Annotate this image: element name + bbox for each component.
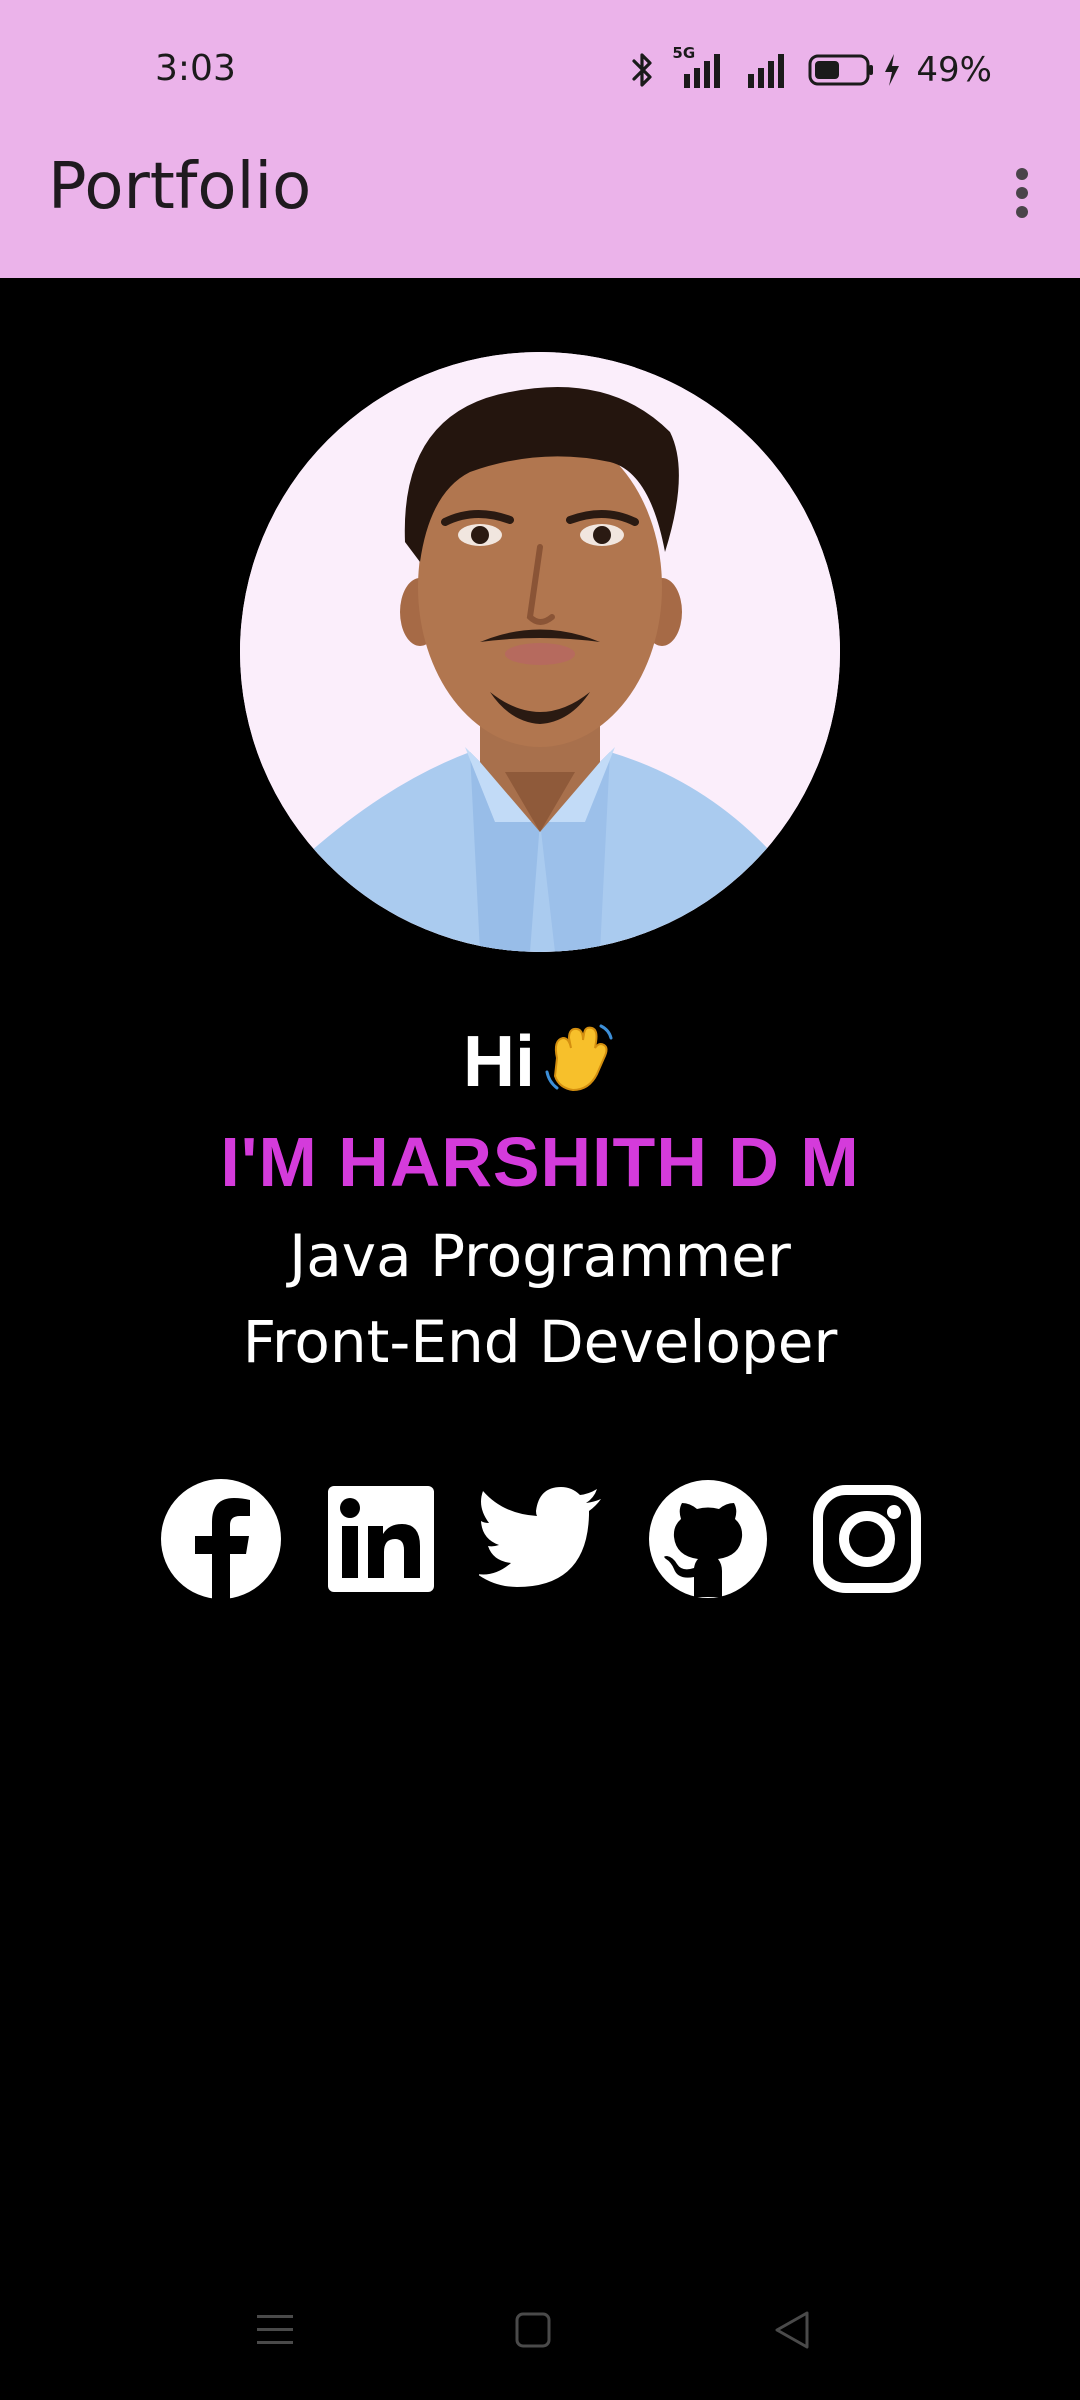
status-icons: 5G 49% [630, 44, 992, 92]
menu-icon [257, 2315, 293, 2344]
facebook-icon [161, 1479, 281, 1600]
nav-home-button[interactable] [503, 2300, 563, 2360]
name-heading: I'M HARSHITH D M [220, 1123, 860, 1201]
portfolio-screen: 3:03 5G 49% Portfolio Hi I'M HARSHITH D … [0, 0, 1080, 2400]
instagram-link[interactable] [804, 1476, 930, 1602]
greeting-text: Hi [463, 1022, 535, 1102]
bluetooth-icon [630, 50, 656, 90]
linkedin-icon [328, 1486, 434, 1592]
profile-avatar [240, 352, 840, 952]
greeting: Hi [0, 1018, 1080, 1113]
role-java-programmer: Java Programmer [289, 1222, 791, 1290]
more-vert-icon [1016, 168, 1028, 218]
status-time: 3:03 [155, 48, 236, 89]
signal-5g-icon: 5G [670, 44, 730, 92]
signal-icon [744, 48, 794, 92]
role-front-end-developer: Front-End Developer [242, 1308, 838, 1376]
twitter-icon [479, 1487, 601, 1587]
more-options-button[interactable] [994, 160, 1050, 226]
github-icon [649, 1480, 767, 1598]
battery-percent: 49% [916, 50, 992, 90]
home-icon [515, 2312, 551, 2348]
instagram-icon [813, 1485, 921, 1593]
back-icon [775, 2311, 809, 2349]
charging-icon [882, 52, 902, 88]
nav-menu-button[interactable] [245, 2300, 305, 2360]
app-title: Portfolio [48, 150, 312, 224]
twitter-link[interactable] [478, 1476, 604, 1602]
github-link[interactable] [645, 1476, 771, 1602]
linkedin-link[interactable] [318, 1476, 444, 1602]
battery-icon [808, 52, 876, 88]
waving-hand-icon [539, 1018, 617, 1113]
nav-back-button[interactable] [762, 2300, 822, 2360]
facebook-link[interactable] [158, 1476, 284, 1602]
